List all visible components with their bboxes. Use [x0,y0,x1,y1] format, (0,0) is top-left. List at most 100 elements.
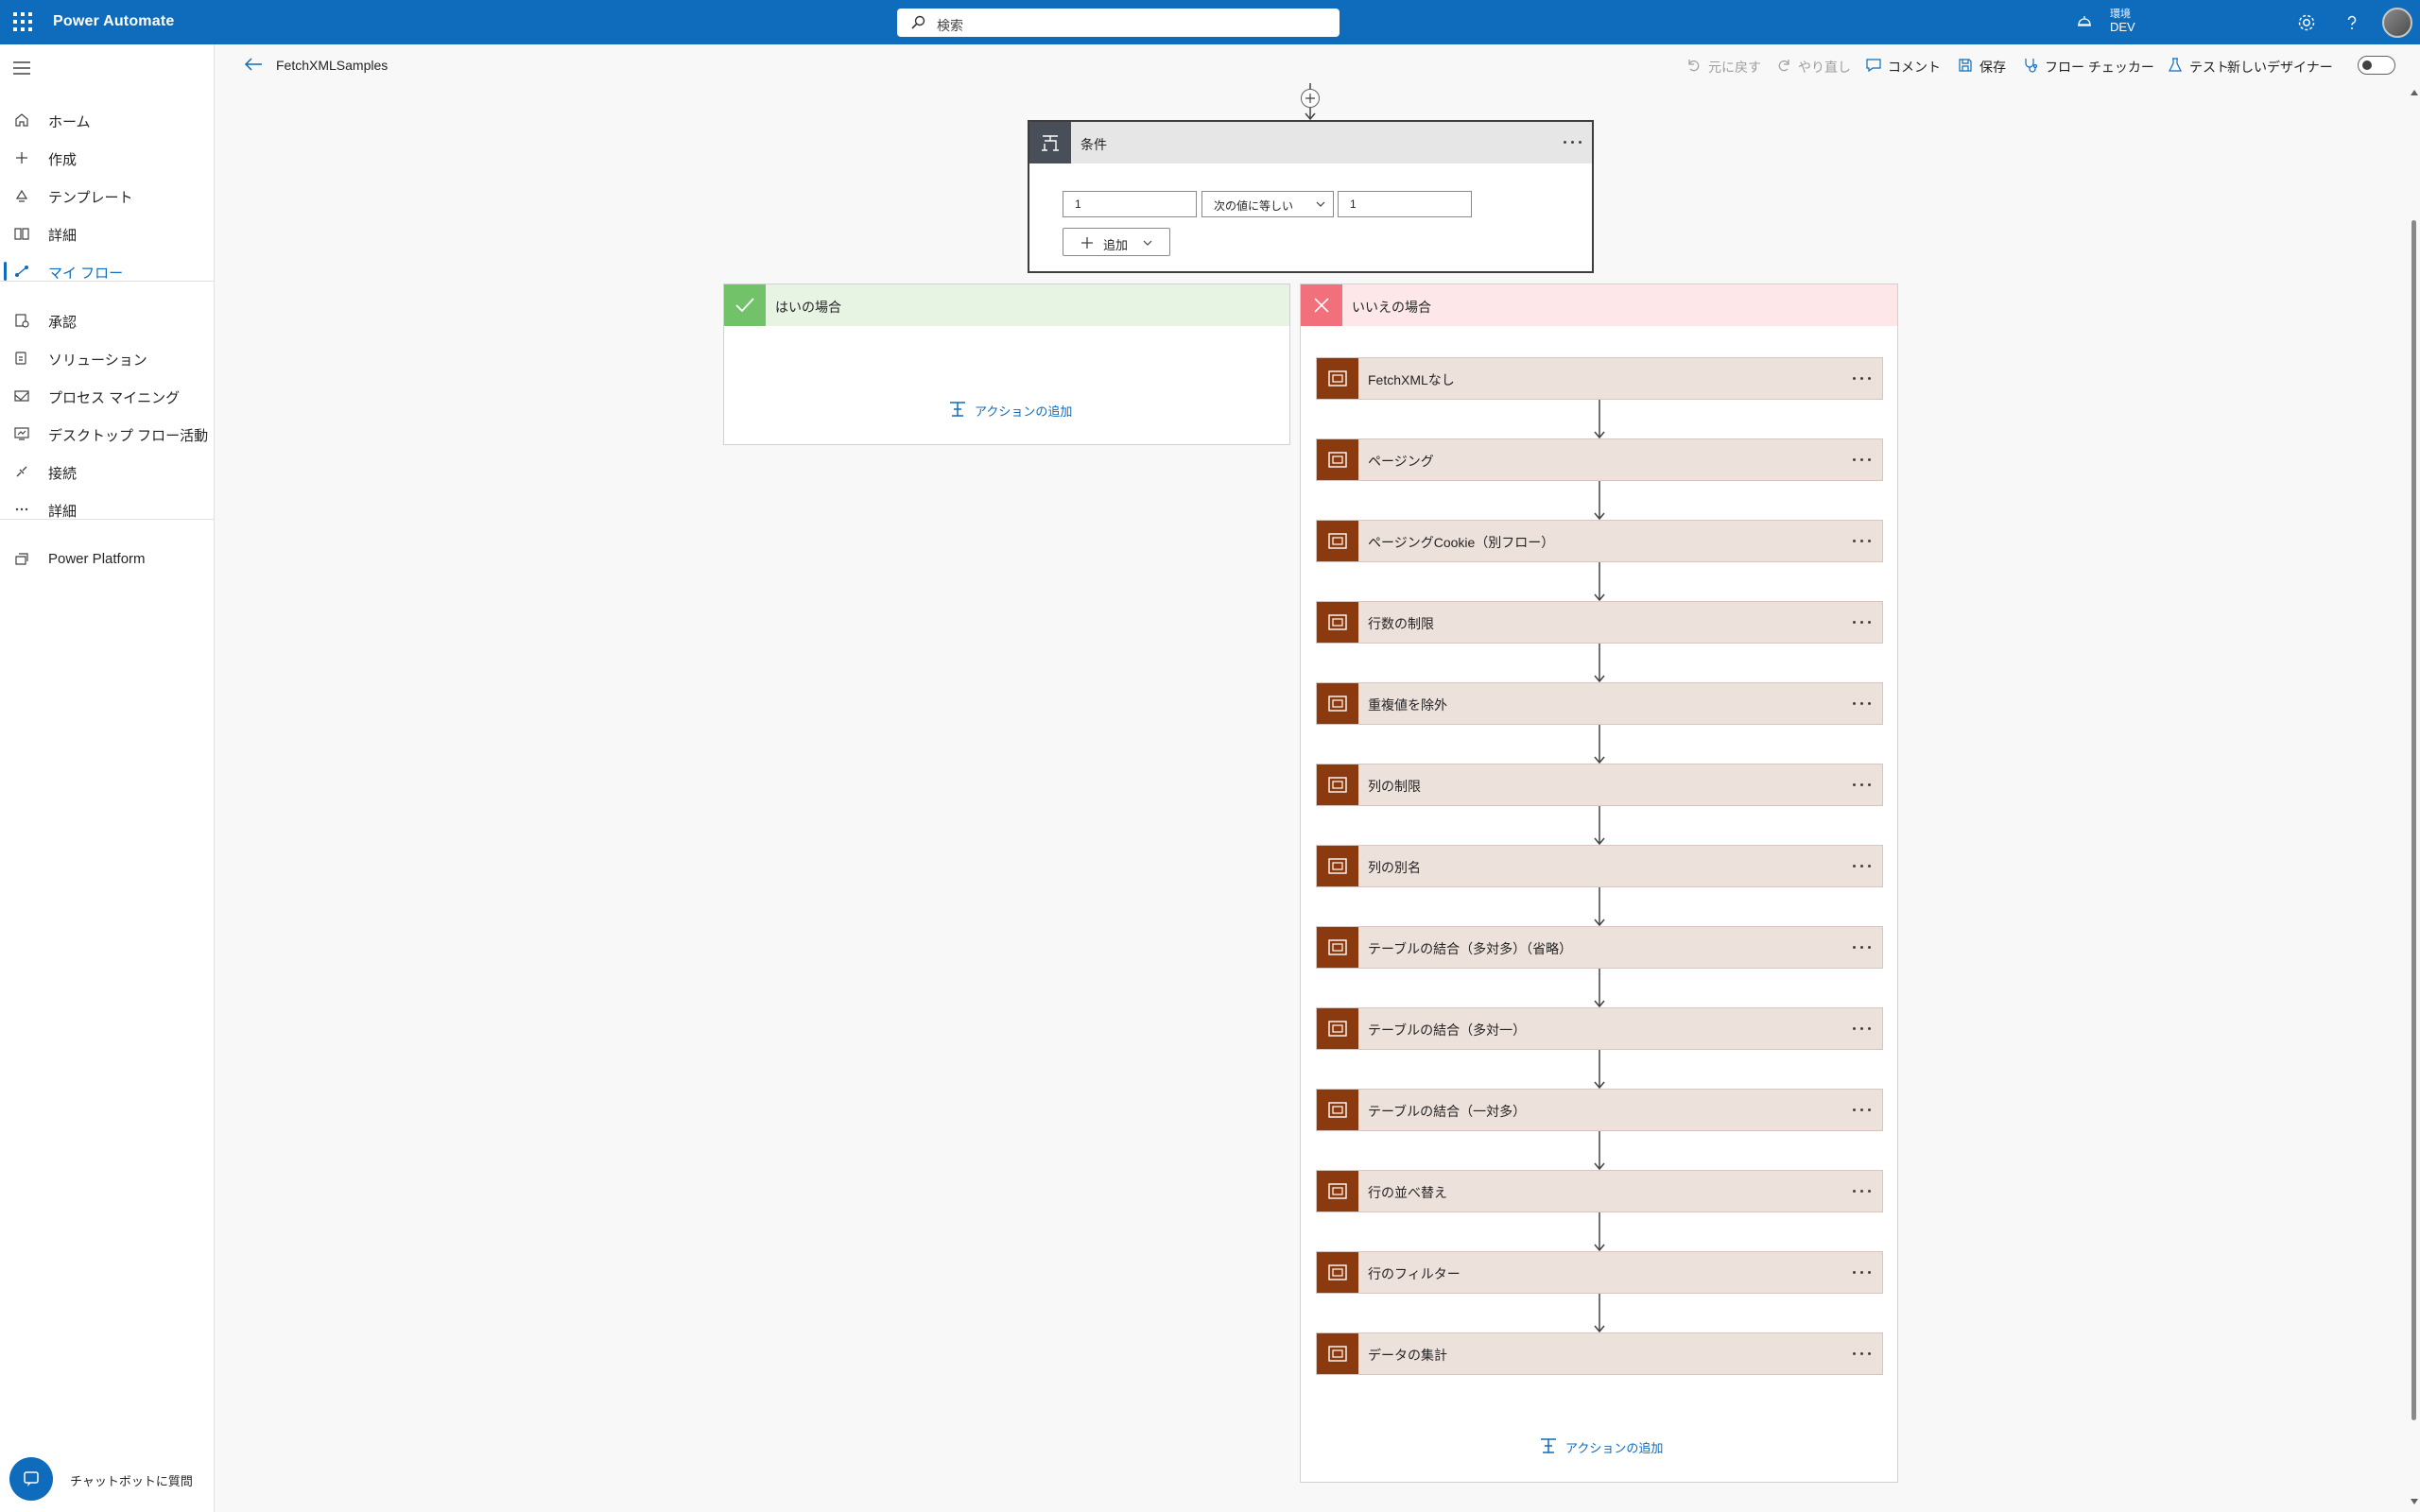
action-title: 行数の制限 [1368,616,1434,631]
sidebar-item-label: 承認 [48,315,78,331]
sidebar-item-power-platform[interactable]: Power Platform [0,542,215,576]
environment-label: 環境 [2110,9,2131,20]
sidebar-item-my-flows[interactable]: マイ フロー [0,254,215,288]
scope-icon [1328,1183,1347,1199]
app-launcher-icon[interactable] [13,12,32,31]
action-card[interactable]: 行の並べ替え [1316,1170,1883,1212]
action-card[interactable]: データの集計 [1316,1332,1883,1375]
action-card[interactable]: 行数の制限 [1316,601,1883,644]
scope-icon [1328,614,1347,630]
action-card[interactable]: 列の別名 [1316,845,1883,887]
connector-arrow [1594,481,1605,520]
sidebar-item-more[interactable]: 詳細 [0,492,215,526]
action-card[interactable]: テーブルの結合（多対多）（省略） [1316,926,1883,969]
connector-arrow [1594,969,1605,1007]
condition-header[interactable]: 条件 [1029,122,1592,163]
sidebar-item-label: デスクトップ フロー活動 [48,428,209,444]
chevron-down-icon [1143,240,1152,246]
sidebar-item-connections[interactable]: 接続 [0,455,215,489]
action-card[interactable]: テーブルの結合（一対多） [1316,1089,1883,1131]
action-title: 行のフィルター [1368,1266,1461,1281]
more-options-icon[interactable] [1850,776,1875,795]
save-icon [1959,59,1972,72]
help-icon[interactable] [2341,11,2363,34]
action-icon-box [1317,1333,1358,1374]
action-card[interactable]: FetchXMLなし [1316,357,1883,400]
search-box[interactable]: 検索 [897,9,1340,37]
connector-arrow [1594,806,1605,845]
sidebar-item-label: マイ フロー [48,266,124,282]
redo-icon [1778,60,1789,72]
yes-branch-icon-box [724,284,766,326]
sidebar-item-label: プロセス マイニング [48,390,181,406]
action-title: FetchXMLなし [1368,372,1455,387]
condition-left-value[interactable]: 1 [1063,191,1197,217]
more-options-icon[interactable] [1850,1263,1875,1282]
more-options-icon[interactable] [1850,857,1875,876]
action-title: テーブルの結合（多対一） [1368,1022,1527,1038]
solution-icon [15,352,26,365]
more-options-icon[interactable] [1850,1101,1875,1120]
action-card[interactable]: 列の制限 [1316,764,1883,806]
sidebar-item-templates[interactable]: テンプレート [0,179,215,213]
avatar[interactable] [2382,8,2412,38]
hamburger-menu-icon[interactable] [13,61,30,75]
more-options-icon[interactable] [1850,451,1875,470]
sidebar-item-label: 接続 [48,466,78,482]
checkmark-icon [735,298,754,313]
action-icon-box [1317,521,1358,561]
back-arrow-icon[interactable] [244,57,263,72]
undo-label: 元に戻す [1708,60,1761,75]
more-options-icon[interactable] [1850,369,1875,388]
sidebar-item-create[interactable]: 作成 [0,141,215,175]
condition-add-button[interactable]: 追加 [1063,228,1170,256]
scroll-down-icon[interactable] [2411,1499,2418,1504]
plus-icon [16,152,27,163]
undo-icon [1688,60,1700,72]
more-options-icon[interactable] [1850,1020,1875,1039]
action-card[interactable]: 重複値を除外 [1316,682,1883,725]
action-icon-box [1317,1008,1358,1049]
more-options-icon[interactable] [1561,133,1585,152]
template-icon [15,189,28,202]
sidebar-item-approvals[interactable]: 承認 [0,303,215,337]
more-options-icon[interactable] [1850,938,1875,957]
action-title: ページングCookie（別フロー） [1368,535,1555,550]
more-options-icon[interactable] [1850,695,1875,713]
yes-branch-header[interactable]: はいの場合 [724,284,1289,326]
condition-operator-select[interactable]: 次の値に等しい [1201,191,1334,217]
sidebar-item-learn[interactable]: 詳細 [0,216,215,250]
chatbot-button[interactable] [9,1457,53,1501]
canvas-scrollbar[interactable] [2409,84,2420,1512]
sidebar-item-solutions[interactable]: ソリューション [0,341,215,375]
action-title: テーブルの結合（一対多） [1368,1104,1527,1119]
scope-icon [1328,939,1347,955]
connector-arrow [1594,887,1605,926]
sidebar-item-desktop-flow-activity[interactable]: デスクトップ フロー活動 [0,417,215,451]
condition-card[interactable]: 条件 1 次の値に等しい 1 追加 [1028,120,1594,273]
action-card[interactable]: ページングCookie（別フロー） [1316,520,1883,562]
action-card[interactable]: 行のフィルター [1316,1251,1883,1294]
close-icon [1314,298,1329,313]
gear-icon[interactable] [2295,11,2318,34]
action-card[interactable]: テーブルの結合（多対一） [1316,1007,1883,1050]
scrollbar-thumb[interactable] [2411,220,2416,1420]
new-designer-toggle[interactable] [2358,56,2395,75]
action-icon-box [1317,602,1358,643]
scope-icon [1328,777,1347,793]
connection-icon [16,466,27,477]
more-options-icon[interactable] [1850,1345,1875,1364]
app-title[interactable]: Power Automate [53,13,174,30]
sidebar-item-home[interactable]: ホーム [0,103,215,137]
no-branch-title: いいえの場合 [1352,300,1431,315]
connector-arrow [1594,400,1605,438]
scroll-up-icon[interactable] [2411,90,2418,95]
chatbot-label[interactable]: チャットボットに質問 [70,1471,193,1489]
sidebar-item-process-mining[interactable]: プロセス マイニング [0,379,215,413]
no-branch-header[interactable]: いいえの場合 [1301,284,1897,326]
more-options-icon[interactable] [1850,1182,1875,1201]
more-options-icon[interactable] [1850,613,1875,632]
condition-right-value[interactable]: 1 [1338,191,1472,217]
action-card[interactable]: ページング [1316,438,1883,481]
more-options-icon[interactable] [1850,532,1875,551]
